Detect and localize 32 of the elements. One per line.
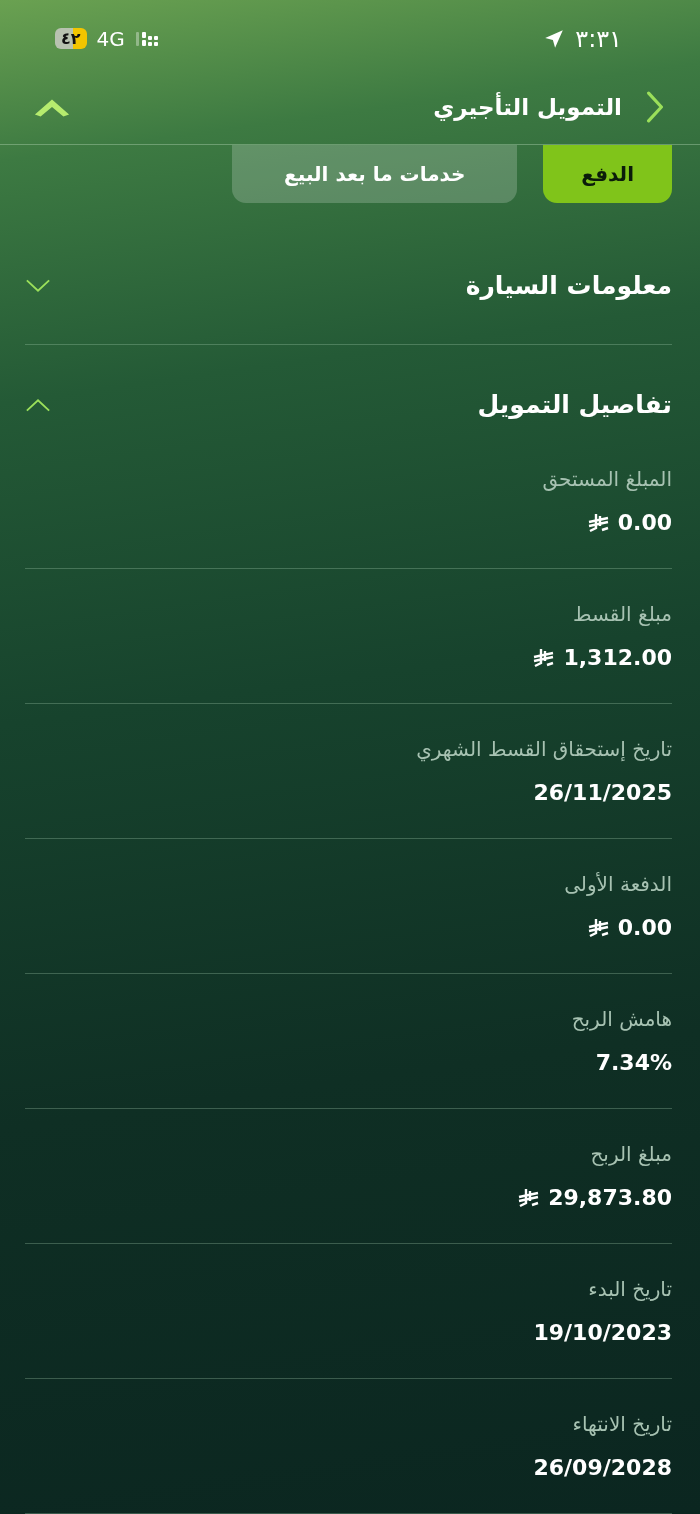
- riyal-icon: [533, 648, 556, 668]
- tab[interactable]: خدمات ما بعد البيع: [232, 145, 518, 203]
- field-label: المبلغ المستحق: [541, 466, 672, 493]
- field-value: 0.00: [617, 914, 672, 942]
- field-label: تاريخ إستحقاق القسط الشهري: [415, 736, 672, 764]
- field-value: 29,873.80: [548, 1184, 672, 1212]
- field-label: تاريخ البدء: [587, 1276, 672, 1303]
- location-arrow-icon: [543, 28, 566, 50]
- field-label: مبلغ القسط: [572, 601, 672, 628]
- field-value: 7.34%: [595, 1049, 672, 1077]
- field-label: تاريخ الانتهاء: [571, 1411, 672, 1438]
- section-title: معلومات السيارة: [465, 270, 672, 302]
- tab[interactable]: الدفع: [543, 145, 672, 203]
- riyal-icon: [518, 1188, 541, 1208]
- signal-icon: [134, 30, 159, 48]
- field-value: 0.00: [617, 509, 672, 537]
- field-label: مبلغ الربح: [589, 1141, 672, 1168]
- field-value: 26/11/2025: [533, 779, 672, 807]
- field-value: 26/09/2028: [533, 1454, 672, 1482]
- field-value: 19/10/2023: [533, 1319, 672, 1347]
- field-value: 1,312.00: [563, 644, 672, 672]
- field-label: الدفعة الأولى: [563, 871, 672, 898]
- riyal-icon: [587, 918, 610, 938]
- page-title: التمويل التأجيري: [433, 94, 622, 120]
- back-icon[interactable]: [646, 91, 664, 123]
- field-label: هامش الربح: [570, 1006, 672, 1033]
- network-label: 4G: [96, 27, 125, 51]
- chevron-down-icon[interactable]: [25, 278, 51, 294]
- riyal-icon: [587, 513, 610, 533]
- clock-time: ٣:٣١: [575, 25, 622, 53]
- section-title: تفاصيل التمويل: [477, 389, 672, 421]
- chevron-up-icon[interactable]: [25, 397, 51, 413]
